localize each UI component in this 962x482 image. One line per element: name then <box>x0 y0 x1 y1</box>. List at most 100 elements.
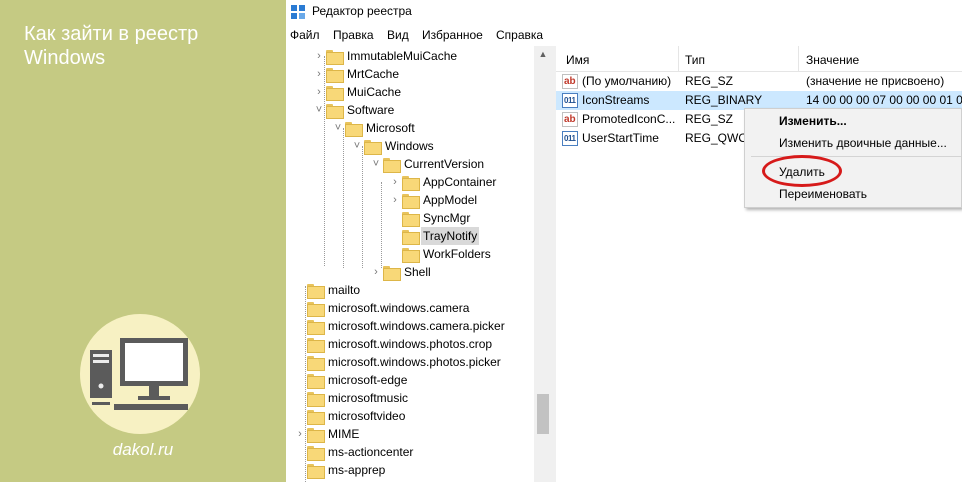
binary-value-icon: 011 <box>562 131 578 146</box>
column-header-name[interactable]: Имя <box>566 53 589 67</box>
tree-item[interactable]: ms-actioncenter <box>293 443 415 461</box>
tree-item[interactable]: › ImmutableMuiCache <box>312 47 459 65</box>
folder-icon <box>326 49 344 65</box>
menu-favorites[interactable]: Избранное <box>422 28 483 42</box>
tree-item[interactable]: microsoft.windows.camera.picker <box>293 317 507 335</box>
tree-item[interactable]: ˅ Windows <box>350 137 436 155</box>
folder-icon <box>307 355 325 371</box>
computer-illustration <box>80 314 200 434</box>
context-item-modify[interactable]: Изменить... <box>779 114 847 128</box>
expand-chevron-icon[interactable]: › <box>312 65 326 83</box>
folder-icon <box>402 229 420 245</box>
expand-chevron-icon[interactable]: › <box>369 263 383 281</box>
expand-chevron-icon[interactable]: › <box>312 83 326 101</box>
promo-panel: Как зайти в реестр Windows dakol.ru <box>0 0 286 482</box>
string-value-icon: ab <box>562 112 578 127</box>
tree-guide-line <box>343 128 344 268</box>
folder-icon <box>402 193 420 209</box>
expand-chevron-icon[interactable]: › <box>293 425 307 443</box>
menu-bar: Файл Правка Вид Избранное Справка <box>286 24 962 46</box>
title-bar: Редактор реестра <box>286 0 962 24</box>
menu-help[interactable]: Справка <box>496 28 543 42</box>
folder-icon <box>326 67 344 83</box>
tree-item[interactable]: mailto <box>293 281 362 299</box>
tree-item[interactable]: microsoftmusic <box>293 389 410 407</box>
context-item-modify-binary[interactable]: Изменить двоичные данные... <box>779 136 947 150</box>
folder-icon <box>345 121 363 137</box>
context-item-rename[interactable]: Переименовать <box>779 187 867 201</box>
menu-file[interactable]: Файл <box>290 28 320 42</box>
tree-item[interactable]: microsoft.windows.photos.crop <box>293 335 494 353</box>
value-name: UserStartTime <box>582 131 659 145</box>
tree-item[interactable]: microsoft.windows.camera <box>293 299 471 317</box>
column-header-value[interactable]: Значение <box>806 53 859 67</box>
column-header-type[interactable]: Тип <box>685 53 705 67</box>
folder-icon <box>307 427 325 443</box>
folder-icon <box>402 211 420 227</box>
collapse-chevron-icon[interactable]: ˅ <box>369 155 383 173</box>
folder-icon <box>307 463 325 479</box>
tree-item[interactable]: › MIME <box>293 425 361 443</box>
binary-value-icon: 011 <box>562 93 578 108</box>
tree-item[interactable]: › AppContainer <box>388 173 498 191</box>
tree-item[interactable]: WorkFolders <box>388 245 493 263</box>
folder-icon <box>307 391 325 407</box>
expand-chevron-icon[interactable]: › <box>388 173 402 191</box>
folder-icon <box>307 283 325 299</box>
registry-tree[interactable]: › ImmutableMuiCache › MrtCache › MuiCache ˅… <box>286 46 552 482</box>
tree-item[interactable]: microsoftvideo <box>293 407 407 425</box>
expand-chevron-icon[interactable]: › <box>388 191 402 209</box>
folder-icon <box>307 319 325 335</box>
collapse-chevron-icon[interactable]: ˅ <box>312 101 326 119</box>
collapse-chevron-icon[interactable]: ˅ <box>350 137 364 155</box>
value-name: IconStreams <box>582 93 650 107</box>
folder-icon <box>402 175 420 191</box>
folder-icon <box>364 139 382 155</box>
expand-chevron-icon[interactable]: › <box>312 47 326 65</box>
menu-edit[interactable]: Правка <box>333 28 374 42</box>
tree-scrollbar[interactable]: ▲ <box>534 46 552 482</box>
registry-editor-icon <box>291 5 305 19</box>
value-type: REG_SZ <box>685 74 734 88</box>
folder-icon <box>326 85 344 101</box>
column-divider[interactable] <box>678 46 679 72</box>
value-name: (По умолчанию) <box>582 74 672 88</box>
folder-icon <box>307 409 325 425</box>
folder-icon <box>307 445 325 461</box>
tree-guide-line <box>362 146 363 268</box>
folder-icon <box>402 247 420 263</box>
folder-icon <box>383 265 401 281</box>
column-divider[interactable] <box>798 46 799 72</box>
promo-title: Как зайти в реестр Windows <box>24 23 199 69</box>
tree-item[interactable]: › MrtCache <box>312 65 401 83</box>
computer-icon <box>90 338 188 410</box>
tree-item[interactable]: microsoft-edge <box>293 371 409 389</box>
tree-item-selected[interactable]: TrayNotify <box>388 227 480 245</box>
tree-item[interactable]: ms-apprep <box>293 461 387 479</box>
tree-item[interactable]: ˅ Software <box>312 101 396 119</box>
tree-item[interactable]: › MuiCache <box>312 83 403 101</box>
tree-item[interactable]: › Shell <box>369 263 433 281</box>
folder-icon <box>326 103 344 119</box>
tree-item[interactable]: › AppModel <box>388 191 479 209</box>
value-row[interactable]: ab (По умолчанию) REG_SZ (значение не пр… <box>556 72 962 91</box>
folder-icon <box>383 157 401 173</box>
folder-icon <box>307 301 325 317</box>
value-data: (значение не присвоено) <box>806 74 945 88</box>
folder-icon <box>307 337 325 353</box>
delete-highlight-ellipse <box>762 155 842 187</box>
menu-view[interactable]: Вид <box>387 28 409 42</box>
registry-editor-window: Редактор реестра Файл Правка Вид Избранн… <box>286 0 962 482</box>
collapse-chevron-icon[interactable]: ˅ <box>331 119 345 137</box>
window-title: Редактор реестра <box>312 4 412 18</box>
tree-item[interactable]: ˅ CurrentVersion <box>369 155 486 173</box>
scroll-up-arrow-icon[interactable]: ▲ <box>534 46 552 62</box>
tree-item[interactable]: SyncMgr <box>388 209 472 227</box>
value-name: PromotedIconC... <box>582 112 676 126</box>
tree-item[interactable]: microsoft.windows.photos.picker <box>293 353 503 371</box>
string-value-icon: ab <box>562 74 578 89</box>
scrollbar-thumb[interactable] <box>537 394 549 434</box>
tree-guide-line <box>381 182 382 268</box>
tree-item[interactable]: ˅ Microsoft <box>331 119 417 137</box>
list-header: Имя Тип Значение <box>556 46 962 72</box>
